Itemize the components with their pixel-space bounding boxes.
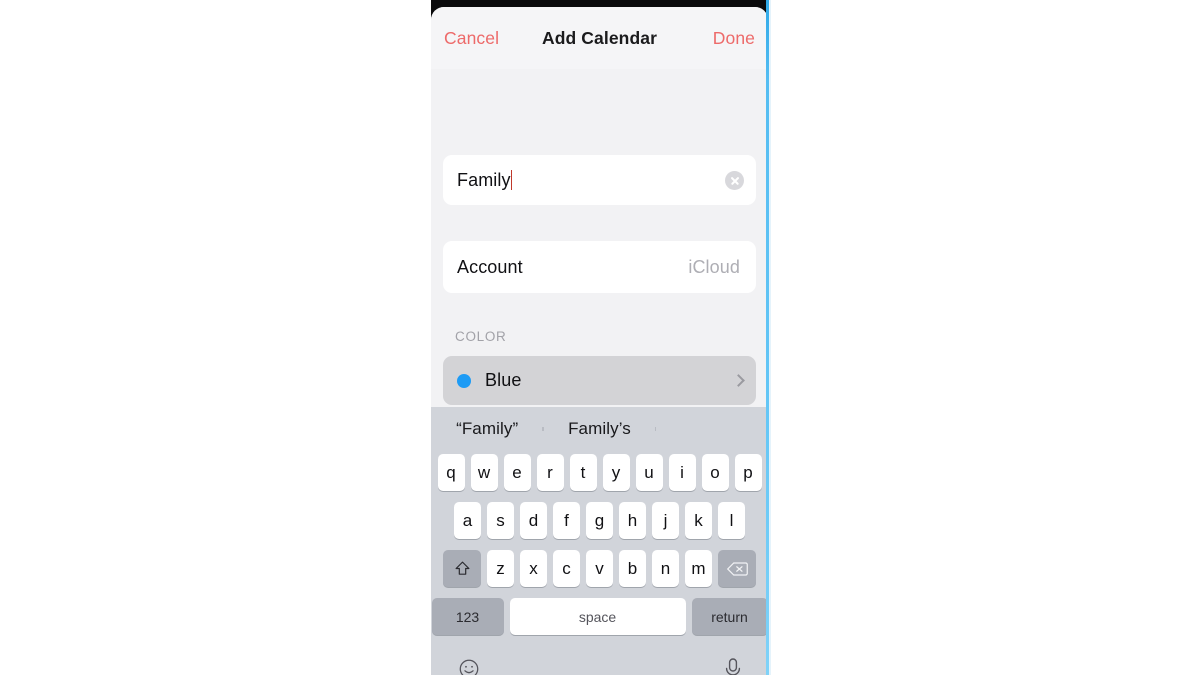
key-r[interactable]: r <box>536 454 564 491</box>
add-calendar-sheet: Cancel Add Calendar Done Family Account … <box>431 7 768 675</box>
screenshot-stage: Cancel Add Calendar Done Family Account … <box>0 0 1200 675</box>
key-y[interactable]: y <box>602 454 630 491</box>
return-key[interactable]: return <box>691 598 768 635</box>
navigation-bar: Cancel Add Calendar Done <box>431 7 768 69</box>
keyboard-bottom-bar <box>431 646 768 675</box>
key-z[interactable]: z <box>487 550 514 587</box>
calendar-name-field-row[interactable]: Family <box>443 155 756 205</box>
chevron-right-icon <box>732 374 745 387</box>
shift-key[interactable] <box>443 550 481 587</box>
color-section-header: COLOR <box>455 329 507 344</box>
shift-arrow-icon <box>454 560 471 577</box>
key-q[interactable]: q <box>437 454 465 491</box>
phone-device-frame: Cancel Add Calendar Done Family Account … <box>431 0 768 675</box>
keyboard-row-2: a s d f g h j k l <box>431 502 768 539</box>
suggestion-item[interactable]: Family’s <box>543 419 656 439</box>
backspace-icon <box>726 561 748 577</box>
keyboard-row-3: z x c v b n m <box>431 550 768 587</box>
predictive-suggestion-bar: “Family” Family’s <box>431 407 768 450</box>
key-u[interactable]: u <box>635 454 663 491</box>
account-value: iCloud <box>688 256 740 277</box>
calendar-name-value: Family <box>457 169 511 190</box>
key-e[interactable]: e <box>503 454 531 491</box>
key-k[interactable]: k <box>685 502 712 539</box>
key-j[interactable]: j <box>652 502 679 539</box>
cancel-button[interactable]: Cancel <box>442 24 501 53</box>
keyboard-row-4: 123 space return <box>431 598 768 635</box>
text-caret <box>510 170 513 190</box>
key-t[interactable]: t <box>569 454 597 491</box>
key-p[interactable]: p <box>734 454 762 491</box>
clear-text-icon[interactable] <box>725 170 744 190</box>
key-s[interactable]: s <box>487 502 514 539</box>
key-d[interactable]: d <box>520 502 547 539</box>
key-m[interactable]: m <box>685 550 712 587</box>
key-x[interactable]: x <box>520 550 547 587</box>
keyboard-row-1: q w e r t y u i o p <box>431 454 768 491</box>
numbers-key[interactable]: 123 <box>431 598 504 635</box>
key-n[interactable]: n <box>652 550 679 587</box>
key-h[interactable]: h <box>619 502 646 539</box>
key-f[interactable]: f <box>553 502 580 539</box>
backspace-key[interactable] <box>718 550 756 587</box>
account-label: Account <box>457 256 523 277</box>
color-selection-row[interactable]: Blue <box>443 356 756 405</box>
key-l[interactable]: l <box>718 502 745 539</box>
key-c[interactable]: c <box>553 550 580 587</box>
key-o[interactable]: o <box>701 454 729 491</box>
key-w[interactable]: w <box>470 454 498 491</box>
form-content: Family Account iCloud COLOR Blue <box>431 69 768 407</box>
key-b[interactable]: b <box>619 550 646 587</box>
color-label: Blue <box>485 370 522 390</box>
space-key[interactable]: space <box>509 598 686 635</box>
device-edge-glow <box>769 0 771 675</box>
key-i[interactable]: i <box>668 454 696 491</box>
suggestion-item[interactable]: “Family” <box>431 419 544 439</box>
key-a[interactable]: a <box>454 502 481 539</box>
color-swatch-icon <box>457 373 471 388</box>
microphone-icon[interactable] <box>723 657 743 675</box>
account-row[interactable]: Account iCloud <box>443 241 756 293</box>
emoji-smiley-icon[interactable] <box>458 658 480 675</box>
software-keyboard: “Family” Family’s q w e r t y u i o p a … <box>431 407 768 675</box>
key-g[interactable]: g <box>586 502 613 539</box>
done-button[interactable]: Done <box>711 24 757 53</box>
key-v[interactable]: v <box>586 550 613 587</box>
